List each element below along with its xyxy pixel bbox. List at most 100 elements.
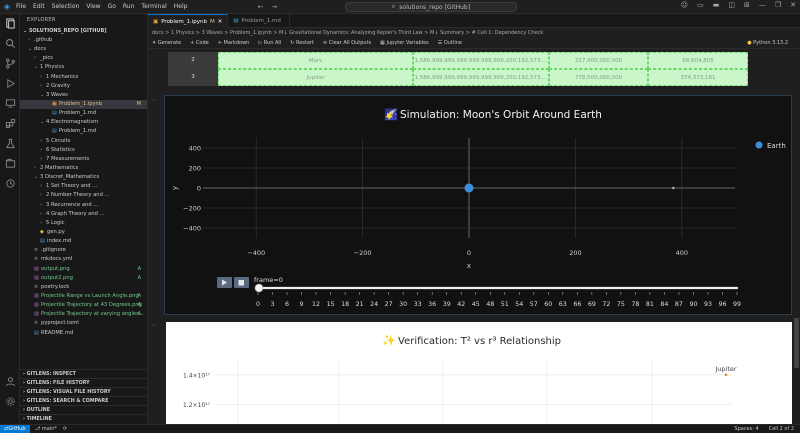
status-item[interactable]: Spaces: 4 — [734, 426, 758, 432]
slider-tick-label[interactable]: 93 — [704, 301, 712, 308]
tree-item[interactable]: ≡ mkdocs.yml — [20, 255, 147, 264]
tree-item[interactable]: › 2 Number Theory and ... — [20, 191, 147, 200]
toolbar-restart-button[interactable]: ↻ Restart — [290, 40, 314, 46]
sidebar-panel-header[interactable]: › GITLENS: INSPECT — [20, 369, 147, 378]
tree-item[interactable]: ◆ gen.py — [20, 228, 147, 237]
tree-item[interactable]: ≡ poetry.lock — [20, 283, 147, 292]
slider-tick-label[interactable]: 36 — [428, 301, 436, 308]
editor-tab[interactable]: ▣ Problem_1.ipynb M ✕ — [148, 14, 229, 28]
slider-tick-label[interactable]: 18 — [341, 301, 349, 308]
tree-item[interactable]: › 4 Graph Theory and ... — [20, 210, 147, 219]
slider-tick-label[interactable]: 60 — [544, 301, 552, 308]
menu-help[interactable]: Help — [174, 3, 188, 10]
tree-item[interactable]: › 2 Mathematics — [20, 164, 147, 173]
slider-tick-label[interactable]: 48 — [486, 301, 494, 308]
sidebar-panel-header[interactable]: › TIMELINE — [20, 414, 147, 423]
tree-item[interactable]: ▤ Problem_1.md — [20, 127, 147, 136]
explorer-repo-header[interactable]: ⌄ SOLUTIONS_REPO [GITHUB] — [20, 26, 147, 36]
slider-tick-label[interactable]: 78 — [631, 301, 639, 308]
remote-indicator[interactable]: ⇄ GitHub — [0, 424, 30, 433]
tree-item[interactable]: › _pics — [20, 54, 147, 63]
tree-item[interactable]: ▨ Projectile Trajectory at varying angles… — [20, 310, 147, 319]
tree-item[interactable]: ▨ Projectile Trajectory at 43 Degrees.png… — [20, 301, 147, 310]
slider-tick-label[interactable]: 0 — [256, 301, 260, 308]
layout-sidebar-icon[interactable]: ▭ — [697, 1, 704, 9]
slider-tick-label[interactable]: 66 — [573, 301, 581, 308]
slider-tick-label[interactable]: 27 — [385, 301, 393, 308]
slider-tick-label[interactable]: 75 — [617, 301, 625, 308]
toolbar-clear-all-outputs-button[interactable]: ≡ Clear All Outputs — [323, 40, 371, 46]
tree-item[interactable]: › 5 Circuits — [20, 137, 147, 146]
toolbar-jupyter-variables-button[interactable]: ▦ Jupyter Variables — [380, 40, 429, 46]
branch-indicator[interactable]: ⎇ main* — [35, 426, 57, 432]
toolbar-run-all-button[interactable]: ▷ Run All — [258, 40, 281, 46]
tree-item[interactable]: › 2 Gravity — [20, 82, 147, 91]
minimize-icon[interactable]: — — [759, 1, 766, 9]
kernel-picker[interactable]: ● Python 3.13.2 — [747, 40, 788, 46]
slider-tick-label[interactable]: 3 — [271, 301, 275, 308]
editor-tab[interactable]: ▤ Problem_1.md — [228, 14, 290, 28]
timeline-icon[interactable] — [3, 176, 17, 190]
slider-tick-label[interactable]: 21 — [356, 301, 364, 308]
search-icon[interactable] — [3, 36, 17, 50]
frame-slider-handle[interactable] — [254, 283, 264, 293]
slider-tick-label[interactable]: 9 — [300, 301, 304, 308]
slider-tick-label[interactable]: 81 — [646, 301, 654, 308]
tree-item[interactable]: › 6 Statistics — [20, 146, 147, 155]
forward-arrow-icon[interactable]: → — [271, 3, 277, 11]
slider-tick-label[interactable]: 90 — [689, 301, 697, 308]
menu-edit[interactable]: Edit — [33, 3, 45, 10]
tree-item[interactable]: › 7 Measurements — [20, 155, 147, 164]
tree-item[interactable]: › 1 Mechanics — [20, 73, 147, 82]
maximize-icon[interactable]: ❐ — [775, 1, 781, 9]
tree-item[interactable]: ▨ output.png A — [20, 265, 147, 274]
slider-tick-label[interactable]: 33 — [414, 301, 422, 308]
tree-item[interactable]: ▣ Problem_1.ipynb M — [20, 99, 147, 110]
slider-tick-label[interactable]: 12 — [312, 301, 320, 308]
accounts-icon[interactable] — [3, 374, 17, 388]
slider-tick-label[interactable]: 84 — [660, 301, 668, 308]
tree-item[interactable]: ▤ README.md — [20, 329, 147, 338]
layout-split-icon[interactable]: ◫ — [728, 1, 735, 9]
slider-tick-label[interactable]: 72 — [602, 301, 610, 308]
menu-view[interactable]: View — [86, 3, 100, 10]
tree-item[interactable]: ▤ index.md — [20, 237, 147, 246]
tree-item[interactable]: › .github — [20, 36, 147, 45]
extensions-icon[interactable] — [3, 116, 17, 130]
tab-close-icon[interactable]: ✕ — [218, 19, 223, 25]
tree-item[interactable]: › 1 Set Theory and ... — [20, 182, 147, 191]
tree-item[interactable]: ⌄ 4 Electromagnetism — [20, 118, 147, 127]
toolbar-markdown-button[interactable]: + Markdown — [218, 40, 250, 46]
tree-item[interactable]: › 3 Recurrence and ... — [20, 201, 147, 210]
cell-menu-icon[interactable]: ⋯ — [151, 97, 157, 104]
slider-tick-label[interactable]: 51 — [501, 301, 509, 308]
explorer-icon[interactable] — [3, 16, 17, 30]
sidebar-panel-header[interactable]: › OUTLINE — [20, 405, 147, 414]
cell-menu-icon-2[interactable]: ⋯ — [151, 322, 157, 329]
menu-terminal[interactable]: Terminal — [141, 3, 166, 10]
legend-label[interactable]: Earth — [767, 142, 786, 150]
slider-tick-label[interactable]: 54 — [515, 301, 523, 308]
command-center[interactable]: ⌕ solutions_repo [GitHub] — [345, 2, 517, 12]
layout-panel-icon[interactable]: ▬ — [713, 1, 720, 9]
menu-file[interactable]: File — [16, 3, 26, 10]
slider-tick-label[interactable]: 96 — [718, 301, 726, 308]
tree-item[interactable]: ⌄ 3 Waves — [20, 91, 147, 100]
tree-item[interactable]: ≡ .gitignore — [20, 246, 147, 255]
slider-tick-label[interactable]: 6 — [285, 301, 289, 308]
tree-item[interactable]: › 5 Logic — [20, 219, 147, 228]
tree-item[interactable]: ⌄ 3 Discret_Mathematics — [20, 173, 147, 182]
slider-tick-label[interactable]: 63 — [559, 301, 567, 308]
slider-tick-label[interactable]: 69 — [588, 301, 596, 308]
customize-layout-icon[interactable]: ⊞ — [744, 1, 750, 9]
breadcrumb[interactable]: docs > 1 Physics > 3 Waves > Problem_1.i… — [148, 28, 800, 38]
source-control-icon[interactable] — [3, 56, 17, 70]
copilot-icon[interactable]: ☺ — [681, 1, 688, 9]
tree-item[interactable]: ▨ Projectile Range vs Launch Angle.png A — [20, 292, 147, 301]
remote-explorer-icon[interactable] — [3, 96, 17, 110]
scrollbar-thumb[interactable] — [794, 318, 799, 368]
slider-tick-label[interactable]: 45 — [472, 301, 480, 308]
slider-tick-label[interactable]: 87 — [675, 301, 683, 308]
slider-tick-label[interactable]: 99 — [733, 301, 741, 308]
sidebar-panel-header[interactable]: › GITLENS: VISUAL FILE HISTORY — [20, 387, 147, 396]
